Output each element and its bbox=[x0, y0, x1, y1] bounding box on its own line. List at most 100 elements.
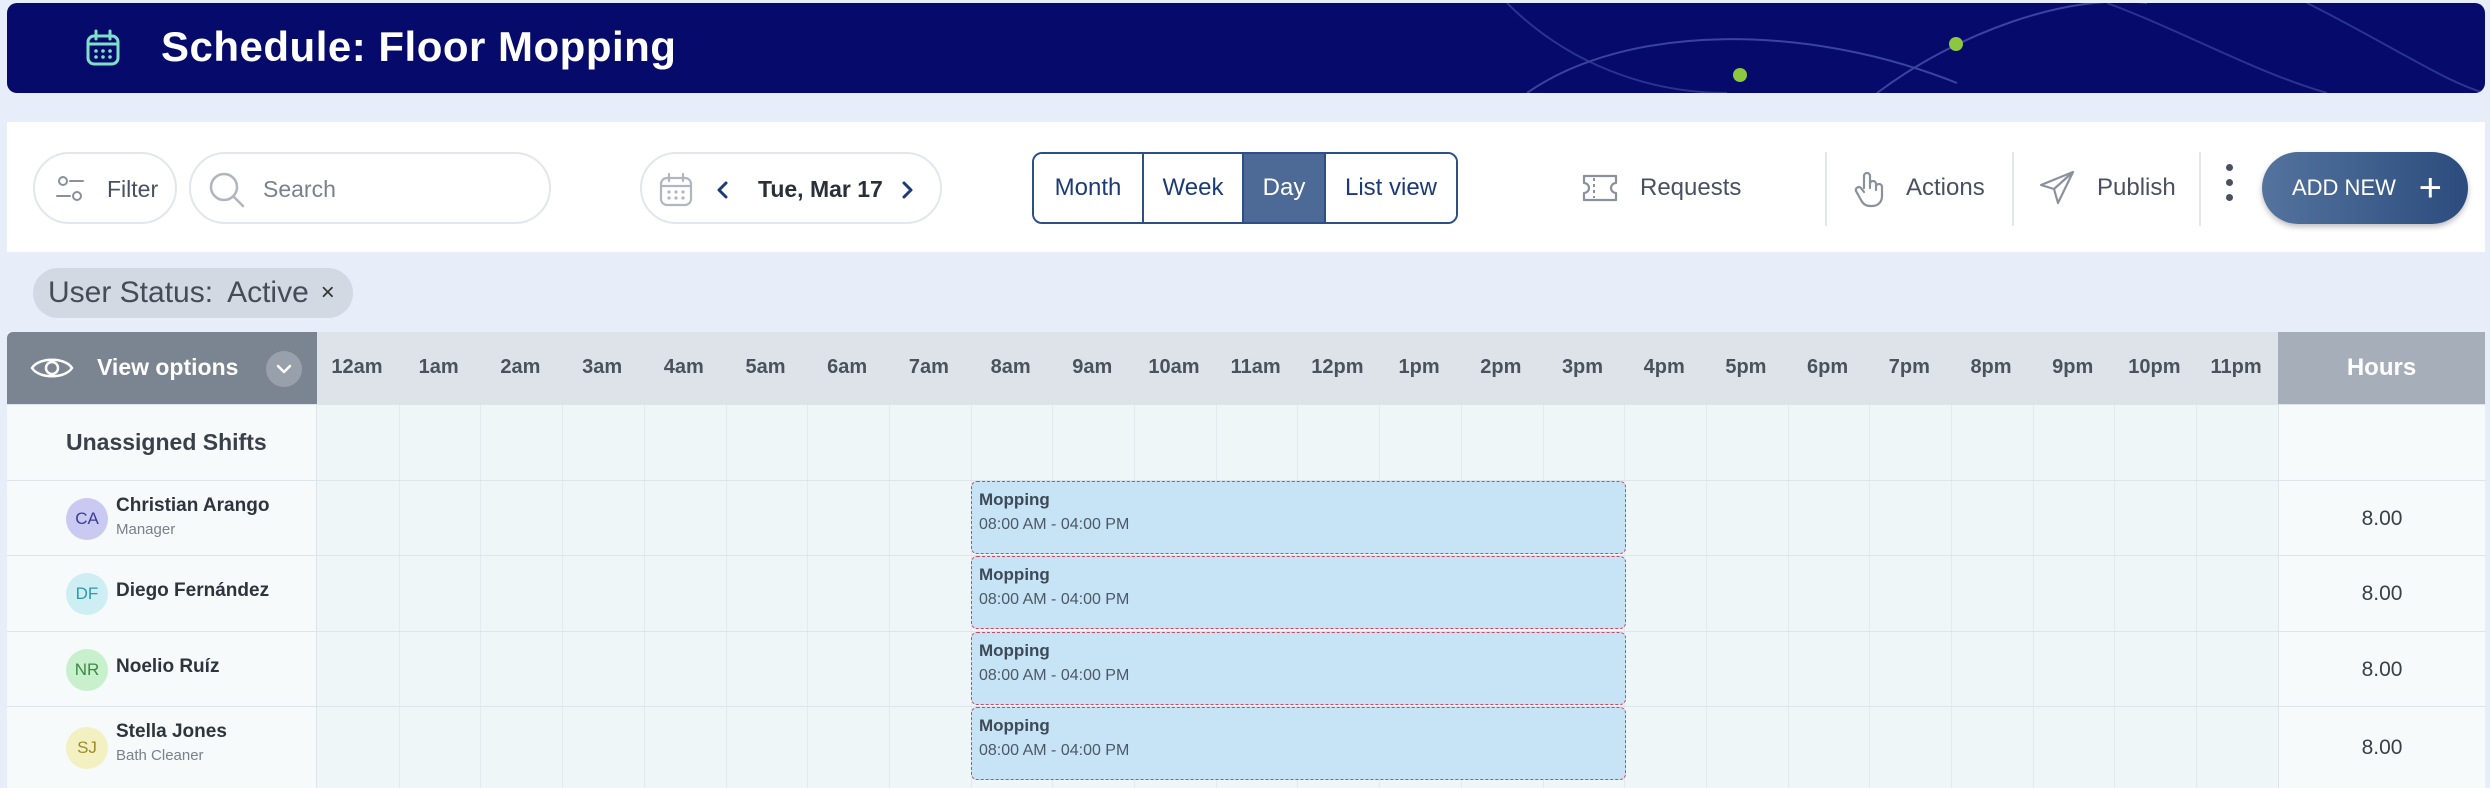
calendar-icon bbox=[659, 172, 693, 207]
shift-time: 08:00 AM - 04:00 PM bbox=[979, 667, 1130, 684]
view-list-button[interactable]: List view bbox=[1326, 154, 1456, 222]
time-slot-label: 12pm bbox=[1311, 356, 1364, 378]
toolbar: Filter Search Tue, Mar 17 Month Week Day… bbox=[7, 122, 2485, 252]
time-slot-label: 4pm bbox=[1643, 356, 1685, 378]
shift-title: Mopping bbox=[979, 490, 1050, 509]
time-slot-label: 3am bbox=[582, 356, 623, 378]
plus-icon: + bbox=[2418, 166, 2442, 210]
chevron-down-icon bbox=[276, 364, 292, 374]
hours-cell: 8.00 bbox=[2278, 481, 2485, 555]
employee-name: Diego Fernández bbox=[116, 580, 270, 601]
eye-icon bbox=[30, 358, 74, 378]
shift-block[interactable]: Mopping 08:00 AM - 04:00 PM bbox=[971, 707, 1626, 780]
search-placeholder: Search bbox=[263, 176, 336, 202]
time-slot-label: 1pm bbox=[1398, 356, 1440, 378]
time-slot-label: 1am bbox=[418, 356, 459, 378]
time-slot-label: 5pm bbox=[1725, 356, 1767, 378]
time-header: 12am 1am 2am 3am 4am 5am 6am 7am 8am 9am 10am 11am 1… bbox=[317, 332, 2285, 404]
time-slot-label: 8pm bbox=[1970, 356, 2012, 378]
actions-button[interactable]: Actions bbox=[1852, 152, 1985, 224]
time-slot-label: 6pm bbox=[1807, 356, 1849, 378]
time-slot-label: 11pm bbox=[2210, 356, 2262, 378]
calendar-icon bbox=[86, 29, 120, 66]
hours-cell: 8.00 bbox=[2278, 556, 2485, 631]
time-slot-label: 9am bbox=[1072, 356, 1113, 378]
employee-cell[interactable]: DF Diego Fernández bbox=[7, 556, 317, 631]
shift-time: 08:00 AM - 04:00 PM bbox=[979, 516, 1130, 533]
add-new-label: ADD NEW bbox=[2292, 175, 2396, 200]
unassigned-row: Unassigned Shifts bbox=[7, 404, 2485, 480]
time-slot-label: 5am bbox=[745, 356, 786, 378]
publish-button[interactable]: Publish bbox=[2037, 152, 2176, 224]
shift-title: Mopping bbox=[979, 565, 1050, 584]
time-slot-label: 4am bbox=[663, 356, 704, 378]
page-title: Schedule: Floor Mopping bbox=[161, 23, 677, 70]
schedule-grid: View options 12am 1am 2am 3am 4am 5am 6am 7am 8a… bbox=[7, 332, 2485, 788]
unassigned-label: Unassigned Shifts bbox=[66, 429, 267, 455]
time-slot-label: 8am bbox=[990, 356, 1031, 378]
shift-block[interactable]: Mopping 08:00 AM - 04:00 PM bbox=[971, 556, 1626, 629]
shift-time: 08:00 AM - 04:00 PM bbox=[979, 742, 1130, 759]
employee-role: Manager bbox=[116, 521, 176, 538]
toolbar-divider bbox=[1825, 152, 1827, 226]
shift-title: Mopping bbox=[979, 641, 1050, 660]
unassigned-cell: Unassigned Shifts bbox=[7, 405, 317, 480]
view-options-button[interactable]: View options bbox=[7, 332, 317, 404]
employee-name: Noelio Ruíz bbox=[116, 656, 220, 677]
send-icon bbox=[2039, 170, 2075, 205]
app-header: Schedule: Floor Mopping bbox=[7, 3, 2485, 93]
chevron-left-icon[interactable] bbox=[716, 180, 730, 200]
avatar: SJ bbox=[66, 727, 108, 769]
shift-time: 08:00 AM - 04:00 PM bbox=[979, 591, 1130, 608]
time-slot-label: 2am bbox=[500, 356, 541, 378]
employee-cell[interactable]: SJ Stella Jones Bath Cleaner bbox=[7, 707, 317, 788]
time-slot-label: 3pm bbox=[1561, 356, 1604, 378]
requests-button[interactable]: Requests bbox=[1580, 152, 1741, 224]
hours-cell bbox=[2278, 405, 2485, 480]
filter-button[interactable]: Filter bbox=[33, 152, 177, 224]
chip-label: User Status: bbox=[48, 276, 214, 309]
shift-block[interactable]: Mopping 08:00 AM - 04:00 PM bbox=[971, 632, 1626, 705]
search-icon bbox=[209, 172, 245, 208]
employee-cell[interactable]: CA Christian Arango Manager bbox=[7, 481, 317, 555]
date-picker[interactable]: Tue, Mar 17 bbox=[640, 152, 942, 224]
chevron-right-icon[interactable] bbox=[900, 180, 914, 200]
toolbar-divider bbox=[2012, 152, 2014, 226]
view-options-dropdown[interactable] bbox=[266, 351, 302, 387]
hours-cell: 8.00 bbox=[2278, 632, 2485, 706]
employee-row: SJ Stella Jones Bath Cleaner Mopping 08:… bbox=[7, 706, 2485, 788]
more-options-icon[interactable] bbox=[2223, 164, 2235, 208]
view-options-label: View options bbox=[97, 354, 239, 380]
avatar: DF bbox=[66, 573, 108, 615]
time-slot-label: 10pm bbox=[2128, 356, 2181, 378]
ticket-icon bbox=[1582, 174, 1618, 202]
employee-name: Stella Jones bbox=[116, 721, 227, 742]
chip-close-icon[interactable]: × bbox=[321, 279, 335, 307]
employee-name: Christian Arango bbox=[116, 495, 270, 516]
shift-block[interactable]: Mopping 08:00 AM - 04:00 PM bbox=[971, 481, 1626, 554]
search-input[interactable]: Search bbox=[189, 152, 551, 224]
time-slot-label: 10am bbox=[1148, 356, 1200, 378]
requests-label: Requests bbox=[1640, 174, 1742, 201]
view-switcher: Month Week Day List view bbox=[1032, 152, 1458, 224]
employee-cell[interactable]: NR Noelio Ruíz bbox=[7, 632, 317, 706]
time-slot-label: 11am bbox=[1230, 356, 1281, 378]
employee-row: CA Christian Arango Manager Mopping 08:0… bbox=[7, 480, 2485, 555]
view-month-button[interactable]: Month bbox=[1034, 154, 1144, 222]
add-new-button[interactable]: ADD NEW + bbox=[2262, 152, 2468, 224]
shift-title: Mopping bbox=[979, 716, 1050, 735]
view-week-button[interactable]: Week bbox=[1144, 154, 1244, 222]
time-slot-label: 7pm bbox=[1888, 356, 1930, 378]
employee-role: Bath Cleaner bbox=[116, 747, 204, 764]
hours-header: Hours bbox=[2278, 332, 2485, 404]
filter-chip: User Status: Active × bbox=[33, 268, 353, 318]
hours-cell: 8.00 bbox=[2278, 707, 2485, 788]
tap-hand-icon bbox=[1854, 171, 1884, 208]
employee-row: NR Noelio Ruíz Mopping 08:00 AM - 04:00 … bbox=[7, 631, 2485, 706]
publish-label: Publish bbox=[2097, 174, 2176, 201]
employee-row: DF Diego Fernández Mopping 08:00 AM - 04… bbox=[7, 555, 2485, 631]
filter-label: Filter bbox=[107, 176, 159, 202]
filter-icon bbox=[56, 176, 84, 201]
current-date: Tue, Mar 17 bbox=[758, 176, 883, 202]
view-day-button[interactable]: Day bbox=[1244, 154, 1326, 222]
